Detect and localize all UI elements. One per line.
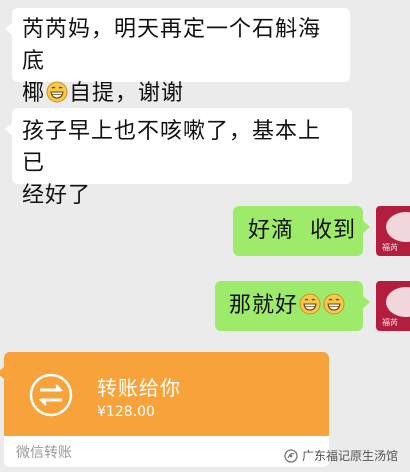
message-4-text: 那就好 [229,293,299,318]
watermark: 广东福记原生汤馆 [284,447,398,464]
avatar-logo-icon [386,212,410,242]
avatar-label: 福芮 [382,318,398,327]
grinning-face-icon [323,293,345,315]
watermark-text: 广东福记原生汤馆 [302,449,399,463]
avatar[interactable]: 福芮 [376,281,410,331]
avatar-logo-icon [386,287,410,317]
avatar-label: 福芮 [382,243,398,252]
avatar[interactable]: 福芮 [376,206,410,256]
message-1-line-2-end: 自提，谢谢 [69,81,185,106]
message-bubble-4[interactable]: 那就好 [215,281,370,331]
grinning-face-icon [46,81,68,103]
grinning-face-icon [299,293,321,315]
transfer-title: 转账给你 [97,376,181,400]
transfer-card-header: 转账给你 ¥128.00 [0,352,329,436]
message-bubble-3[interactable]: 好滴 收到 [233,206,370,256]
transfer-label: 微信转账 [16,445,72,461]
message-1-line-2-start: 椰 [22,81,46,106]
transfer-amount: ¥128.00 [97,404,155,420]
transfer-card[interactable]: 转账给你 ¥128.00 微信转账 [0,352,329,467]
message-bubble-2[interactable]: 孩子早上也不咳嗽了，基本上已 经好了 [5,108,352,208]
transfer-card-footer: 微信转账 [4,436,329,467]
transfer-arrows-icon [29,373,73,417]
message-1-line-2: 椰 自提，谢谢 [22,78,340,110]
wechat-official-account-icon [284,448,298,463]
message-1-line-1: 芮芮妈，明天再定一个石斛海底 [22,17,322,74]
message-3-text: 好滴 收到 [248,218,356,243]
message-bubble-1[interactable]: 芮芮妈，明天再定一个石斛海底 椰 自提，谢谢 [5,8,350,106]
message-2-line-1: 孩子早上也不咳嗽了，基本上已 [22,119,322,176]
